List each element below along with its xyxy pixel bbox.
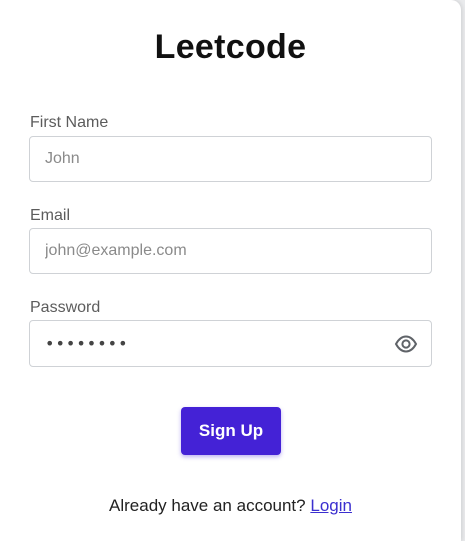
email-label: Email [30,207,71,224]
sign-up-button[interactable]: Sign Up [181,407,281,455]
login-prompt: Already have an account? Login [0,496,461,516]
password-field-wrapper [29,320,432,367]
password-label: Password [30,299,101,316]
login-link[interactable]: Login [310,496,352,515]
first-name-field[interactable] [29,136,432,182]
password-field[interactable] [29,320,432,367]
email-field[interactable] [29,228,432,274]
first-name-label: First Name [30,114,109,131]
eye-icon[interactable] [394,333,418,355]
login-prompt-text: Already have an account? [109,496,306,515]
page-title: Leetcode [154,28,307,66]
signup-card: Leetcode First Name Email Password Sign … [0,0,461,541]
